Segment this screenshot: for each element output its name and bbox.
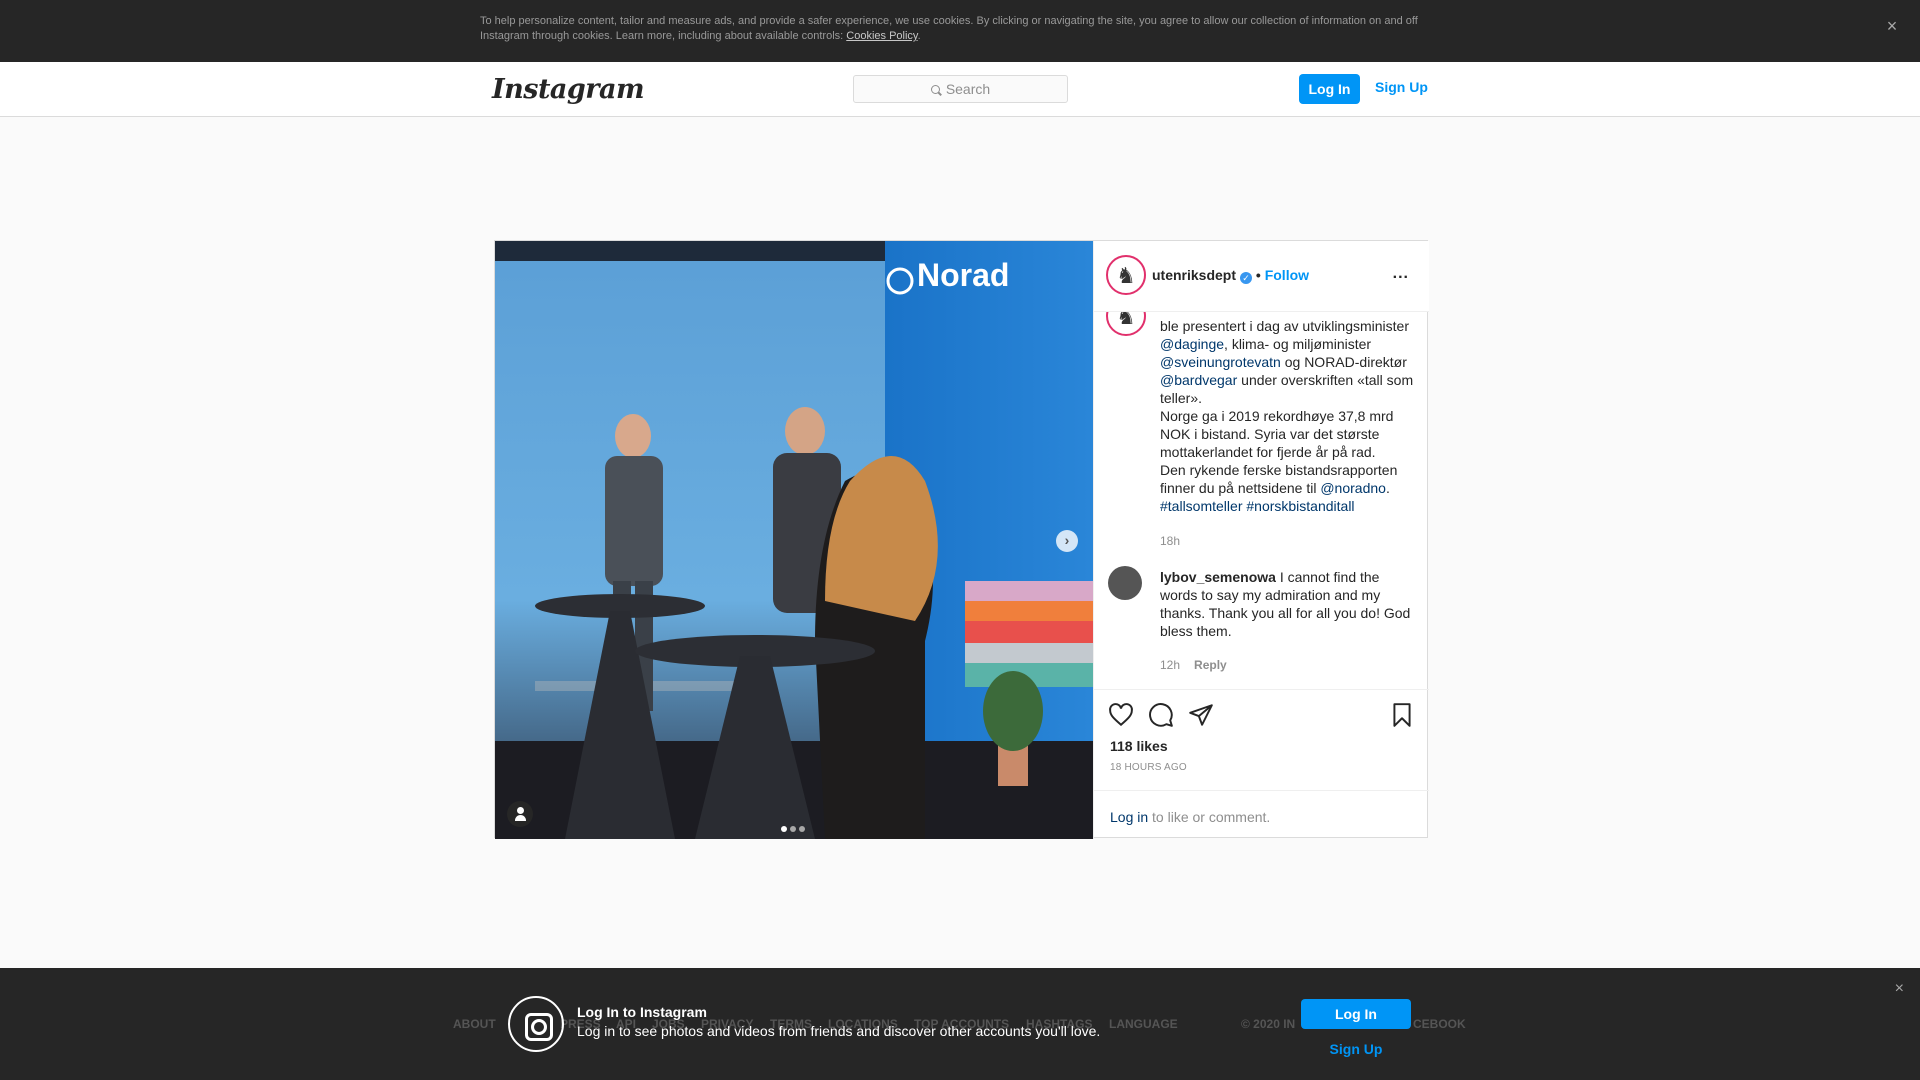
cookie-message: To help personalize content, tailor and …	[480, 15, 1418, 42]
cookies-policy-link[interactable]: Cookies Policy	[846, 30, 917, 42]
post-sidebar: ♞ utenriksdept ✓ • Follow ... ♞ ble prese…	[1093, 241, 1429, 839]
search-placeholder: Search	[945, 81, 991, 97]
comment-timestamp[interactable]: 12h	[1160, 658, 1180, 672]
carousel-dot	[790, 826, 796, 832]
separator: •	[1252, 267, 1265, 283]
carousel-dot	[799, 826, 805, 832]
login-banner: ABOUT PRESS API JOBS PRIVACY TERMS LOCAT…	[0, 968, 1920, 1080]
verified-badge-icon: ✓	[1240, 272, 1253, 284]
post-card: Norad › ♞ utenriksdept ✓ • Follow ... ♞ b…	[494, 240, 1429, 839]
search-input[interactable]: Search	[853, 75, 1068, 103]
cookie-trailing: .	[917, 30, 921, 42]
mention-link[interactable]: @daginge	[1160, 336, 1224, 352]
carousel-dots	[781, 819, 808, 837]
photo-illustration: Norad	[495, 241, 1093, 839]
caption-segment: ble presentert i dag av utviklingsminist…	[1160, 318, 1410, 334]
comment-meta: 12h Reply	[1160, 658, 1227, 672]
comment-username[interactable]: lybov_semenowa	[1160, 569, 1276, 585]
share-icon[interactable]	[1188, 702, 1214, 728]
banner-signup-link[interactable]: Sign Up	[1301, 1041, 1411, 1057]
post-actions: 118 likes 18 HOURS AGO Log in to like or…	[1094, 689, 1429, 839]
follow-button[interactable]: Follow	[1265, 267, 1309, 283]
post-username[interactable]: utenriksdept	[1152, 267, 1236, 283]
cookie-text: To help personalize content, tailor and …	[480, 14, 1430, 44]
footer-link[interactable]: LANGUAGE	[1109, 1017, 1178, 1031]
carousel-dot	[781, 826, 787, 832]
banner-login-button[interactable]: Log In	[1301, 999, 1411, 1029]
copyright-text: CEBOOK	[1413, 1017, 1466, 1031]
post-timestamp[interactable]: 18 HOURS AGO	[1110, 762, 1187, 773]
comment: lybov_semenowa I cannot find the words t…	[1160, 568, 1420, 640]
heart-icon[interactable]	[1108, 702, 1134, 728]
banner-title: Log In to Instagram	[577, 1004, 707, 1020]
cookie-banner: To help personalize content, tailor and …	[0, 0, 1920, 62]
hashtag-link[interactable]: #tallsomteller	[1160, 498, 1242, 514]
mention-link[interactable]: @sveinungrotevatn	[1160, 354, 1281, 370]
caption-timestamp[interactable]: 18h	[1160, 534, 1180, 548]
user-tag-icon[interactable]	[507, 801, 533, 827]
login-button[interactable]: Log In	[1299, 74, 1360, 104]
caption-text: ble presentert i dag av utviklingsminist…	[1160, 318, 1413, 406]
search-icon	[930, 85, 940, 94]
bookmark-icon[interactable]	[1389, 702, 1415, 728]
instagram-icon	[508, 996, 564, 1052]
caption-paragraph: Norge ga i 2019 rekordhøye 37,8 mrd NOK …	[1160, 408, 1394, 460]
avatar[interactable]	[1108, 566, 1142, 600]
mention-link[interactable]: @bardvegar	[1160, 372, 1237, 388]
avatar[interactable]: ♞	[1106, 255, 1146, 295]
reply-button[interactable]: Reply	[1194, 658, 1227, 672]
instagram-logo[interactable]: Instagram	[492, 74, 645, 105]
photo-brand-text: Norad	[917, 257, 1009, 293]
caption-trailing: .	[1385, 480, 1390, 496]
avatar[interactable]: ♞	[1106, 312, 1146, 336]
mention-link[interactable]: @noradno	[1320, 480, 1386, 496]
top-nav: Instagram Search Log In Sign Up	[0, 62, 1920, 117]
more-options-icon[interactable]: ...	[1393, 265, 1409, 283]
footer-link[interactable]: ABOUT	[453, 1017, 496, 1031]
close-icon[interactable]: ×	[1880, 14, 1904, 38]
likes-count[interactable]: 118 likes	[1110, 738, 1168, 754]
post-username-row: utenriksdept ✓ • Follow	[1152, 267, 1309, 284]
comment-icon[interactable]	[1148, 702, 1174, 728]
login-link[interactable]: Log in	[1110, 809, 1148, 825]
hashtag-link[interactable]: #norskbistanditall	[1246, 498, 1354, 514]
chevron-right-icon[interactable]: ›	[1056, 530, 1078, 552]
post-header: ♞ utenriksdept ✓ • Follow ...	[1094, 241, 1429, 312]
caption-segment: , klima- og miljøminister	[1224, 336, 1372, 352]
copyright-text: © 2020 IN	[1241, 1017, 1296, 1031]
login-prompt-text: to like or comment.	[1148, 809, 1271, 825]
comments-list[interactable]: ♞ ble presentert i dag av utviklingsmini…	[1094, 312, 1429, 700]
close-icon[interactable]: ×	[1895, 980, 1904, 998]
banner-subtitle: Log in to see photos and videos from fri…	[577, 1023, 1101, 1039]
lion-icon: ♞	[1111, 260, 1141, 290]
signup-link[interactable]: Sign Up	[1375, 79, 1428, 95]
login-prompt: Log in to like or comment.	[1094, 790, 1429, 840]
caption-segment: og NORAD-direktør	[1280, 354, 1407, 370]
caption: ble presentert i dag av utviklingsminist…	[1160, 317, 1420, 515]
lion-icon: ♞	[1111, 312, 1141, 331]
post-photo[interactable]: Norad ›	[495, 241, 1093, 839]
